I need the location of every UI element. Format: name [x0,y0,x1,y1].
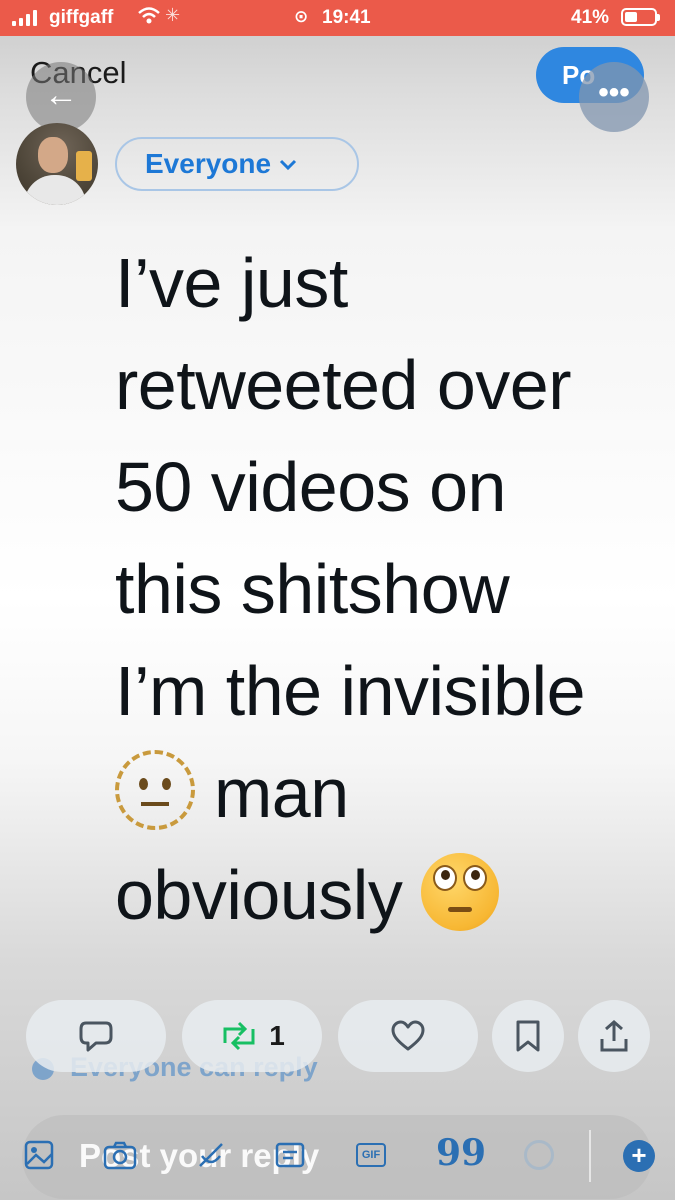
tweet-line: 50 videos on [115,448,506,526]
quote-icon[interactable]: 99 [436,1132,486,1174]
like-button[interactable] [338,1000,478,1072]
retweet-button[interactable]: 1 [182,1000,322,1072]
audience-label: Everyone [145,148,272,179]
tweet-line: I’m the invisible [115,652,586,730]
audience-selector[interactable]: Everyone [115,137,359,191]
status-bar: giffgaff ✳ ⊙ 19:41 41% [0,0,675,36]
image-icon[interactable] [24,1140,54,1170]
chevron-down-icon [279,139,297,189]
retweet-count: 1 [269,1020,285,1051]
tweet-line: this shitshow [115,550,510,628]
battery-percentage: 41% [571,7,610,28]
mic-icon[interactable] [196,1140,226,1170]
avatar[interactable] [16,123,98,205]
tweet-line: I’ve just [115,244,348,322]
toolbar-divider [589,1130,591,1182]
neutral-face-emoji-icon [115,749,195,830]
more-options-icon[interactable]: ••• [579,62,649,132]
battery-icon [621,8,660,26]
tweet-text-area[interactable]: I’ve just retweeted over 50 videos on th… [115,232,670,946]
rolling-eyes-emoji-icon [421,852,500,931]
back-arrow-icon[interactable]: ← [26,62,96,132]
wifi-icon [137,6,161,31]
add-thread-button[interactable]: + [623,1140,655,1172]
share-button[interactable] [578,1000,650,1072]
signal-icon [12,10,37,26]
tweet-line: obviously [115,856,403,934]
carrier-name: giffgaff [49,7,114,28]
bookmark-button[interactable] [492,1000,564,1072]
tweet-line: man [213,754,349,832]
character-count-ring [524,1140,554,1170]
list-icon[interactable] [275,1140,305,1170]
share-icon [600,1020,628,1052]
alarm-icon: ⊙ [294,7,309,26]
heart-icon [391,1020,425,1051]
reply-icon [79,1021,113,1052]
tweet-line: retweeted over [115,346,572,424]
retweet-icon [223,1021,255,1051]
activity-spinner-icon: ✳ [165,5,181,25]
camera-icon[interactable] [103,1140,137,1170]
bookmark-icon [516,1020,540,1052]
status-time: 19:41 [322,7,371,28]
reply-button[interactable] [26,1000,166,1072]
gif-icon[interactable]: GIF [356,1143,386,1167]
